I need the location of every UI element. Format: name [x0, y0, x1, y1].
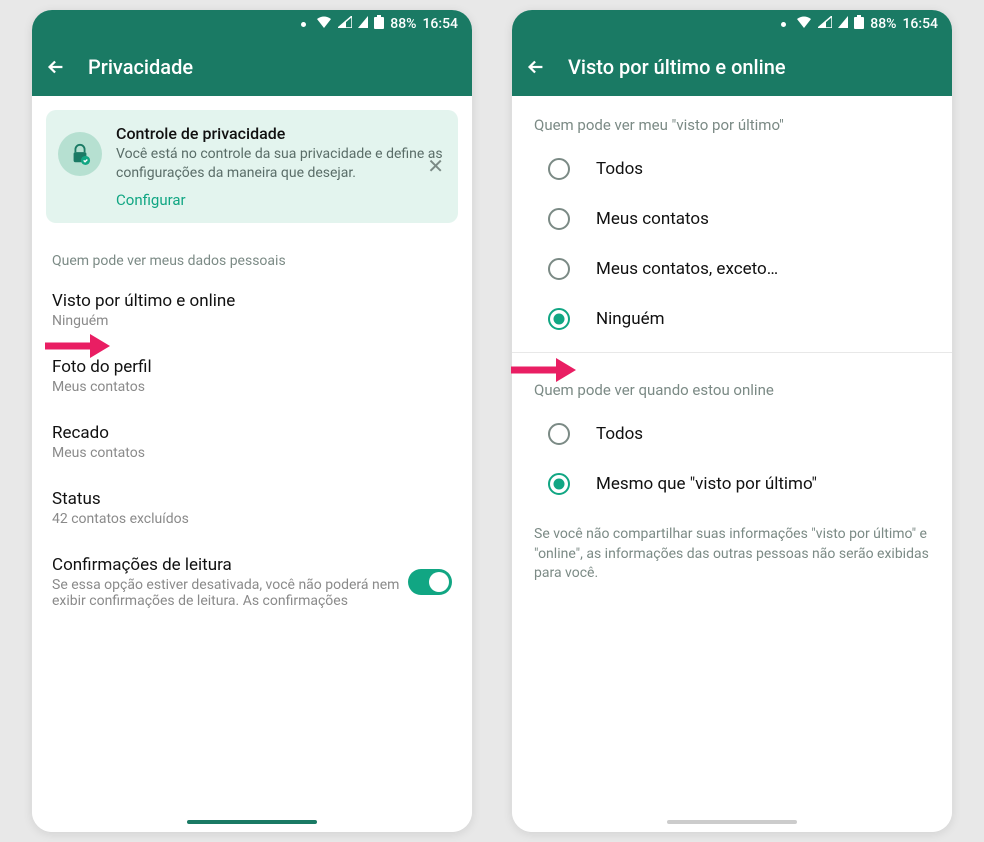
privacy-banner: Controle de privacidade Você está no con…: [46, 110, 458, 223]
setting-profile-photo[interactable]: Foto do perfil Meus contatos: [32, 343, 472, 409]
radio-label: Meus contatos: [596, 209, 709, 229]
radio-label: Todos: [596, 424, 643, 444]
nav-handle[interactable]: [187, 820, 317, 824]
back-button[interactable]: [524, 55, 548, 79]
section-online-label: Quem pode ver quando estou online: [512, 371, 952, 409]
radio-nobody[interactable]: Ninguém: [512, 294, 952, 344]
radio-online-same-as-last-seen[interactable]: Mesmo que "visto por último": [512, 459, 952, 509]
setting-sub: Ninguém: [52, 313, 452, 329]
radio-my-contacts[interactable]: Meus contatos: [512, 194, 952, 244]
setting-title: Visto por último e online: [52, 291, 452, 311]
setting-about[interactable]: Recado Meus contatos: [32, 409, 472, 475]
privacy-content: Controle de privacidade Você está no con…: [32, 96, 472, 832]
radio-label: Mesmo que "visto por último": [596, 474, 817, 494]
radio-contacts-except[interactable]: Meus contatos, exceto…: [512, 244, 952, 294]
info-text: Se você não compartilhar suas informaçõe…: [512, 509, 952, 600]
setting-sub: 42 contatos excluídos: [52, 511, 452, 527]
setting-title: Recado: [52, 423, 452, 443]
section-last-seen-label: Quem pode ver meu "visto por último": [512, 106, 952, 144]
header-title: Privacidade: [88, 55, 193, 79]
radio-online-everyone[interactable]: Todos: [512, 409, 952, 459]
radio-icon-selected: [548, 473, 570, 495]
nav-handle[interactable]: [667, 820, 797, 824]
battery-icon: [374, 15, 384, 33]
setting-sub: Se essa opção estiver desativada, você n…: [52, 577, 408, 609]
banner-configure-link[interactable]: Configurar: [116, 191, 446, 209]
battery-percent: 88%: [390, 16, 416, 32]
status-bar: 88% 16:54: [32, 10, 472, 38]
signal-icon: [818, 16, 832, 32]
radio-icon: [548, 158, 570, 180]
setting-status[interactable]: Status 42 contatos excluídos: [32, 475, 472, 541]
radio-label: Todos: [596, 159, 643, 179]
radio-label: Meus contatos, exceto…: [596, 259, 778, 279]
divider: [512, 352, 952, 353]
read-receipts-toggle[interactable]: [408, 569, 452, 595]
status-time: 16:54: [422, 16, 458, 32]
status-time: 16:54: [902, 16, 938, 32]
radio-label: Ninguém: [596, 309, 665, 329]
status-dot-icon: [781, 22, 786, 27]
setting-title: Foto do perfil: [52, 357, 452, 377]
cell-icon: [358, 16, 368, 32]
app-header: Privacidade: [32, 38, 472, 96]
setting-title: Status: [52, 489, 452, 509]
radio-icon: [548, 423, 570, 445]
banner-text: Você está no controle da sua privacidade…: [116, 145, 446, 183]
app-header: Visto por último e online: [512, 38, 952, 96]
close-icon[interactable]: ✕: [423, 150, 448, 182]
radio-icon: [548, 258, 570, 280]
banner-title: Controle de privacidade: [116, 124, 446, 143]
radio-icon: [548, 208, 570, 230]
header-title: Visto por último e online: [568, 55, 786, 79]
back-button[interactable]: [44, 55, 68, 79]
status-bar: 88% 16:54: [512, 10, 952, 38]
setting-sub: Meus contatos: [52, 445, 452, 461]
lock-check-icon: [58, 132, 102, 176]
setting-last-seen-online[interactable]: Visto por último e online Ninguém: [32, 277, 472, 343]
section-personal-data-label: Quem pode ver meus dados pessoais: [32, 237, 472, 277]
status-dot-icon: [301, 22, 306, 27]
radio-icon-selected: [548, 308, 570, 330]
last-seen-content: Quem pode ver meu "visto por último" Tod…: [512, 96, 952, 832]
signal-icon: [338, 16, 352, 32]
setting-sub: Meus contatos: [52, 379, 452, 395]
wifi-icon: [316, 16, 332, 32]
wifi-icon: [796, 16, 812, 32]
setting-title: Confirmações de leitura: [52, 555, 408, 575]
phone-screen-last-seen: 88% 16:54 Visto por último e online Quem…: [512, 10, 952, 832]
radio-everyone[interactable]: Todos: [512, 144, 952, 194]
battery-icon: [854, 15, 864, 33]
battery-percent: 88%: [870, 16, 896, 32]
cell-icon: [838, 16, 848, 32]
setting-read-receipts[interactable]: Confirmações de leitura Se essa opção es…: [32, 541, 472, 623]
phone-screen-privacy: 88% 16:54 Privacidade: [32, 10, 472, 832]
